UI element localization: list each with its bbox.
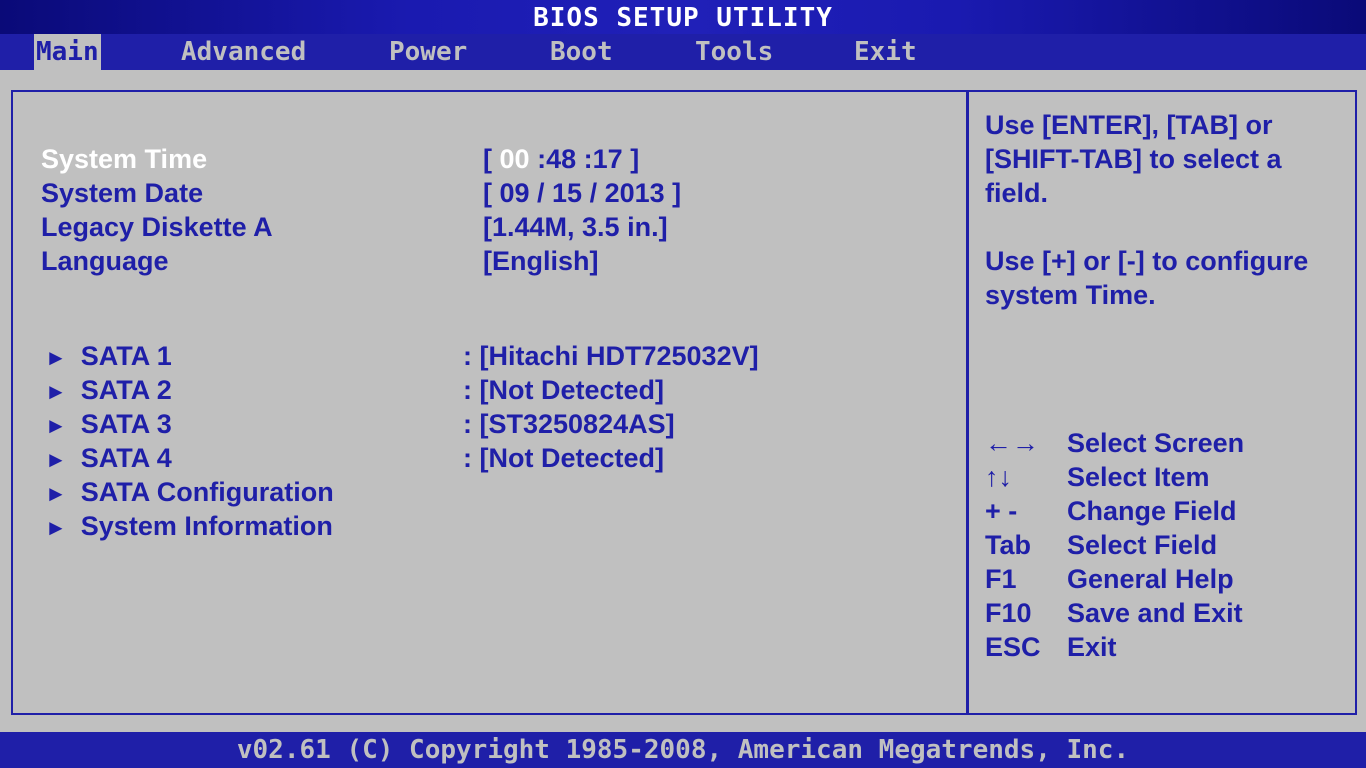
submenu-sata-3[interactable]: ► SATA 3 bbox=[45, 409, 172, 440]
key-description: Select Field bbox=[1067, 530, 1218, 560]
submenu-value: : [Hitachi HDT725032V] bbox=[463, 341, 759, 371]
key-name: Tab bbox=[985, 530, 1031, 560]
submenu-system-information[interactable]: ► System Information bbox=[45, 511, 333, 542]
key-hint-row: ↑↓ Select Item bbox=[985, 462, 1345, 496]
time-second-field[interactable]: 17 bbox=[593, 144, 623, 174]
submenu-label: SATA 4 bbox=[80, 443, 172, 473]
legacy-diskette-value[interactable]: [1.44M, 3.5 in.] bbox=[483, 212, 668, 243]
time-separator: : bbox=[537, 144, 547, 174]
key-hint-row: + - Change Field bbox=[985, 496, 1345, 530]
right-triangle-icon: ► bbox=[45, 481, 67, 506]
tab-tools[interactable]: Tools bbox=[695, 34, 773, 70]
key-name: F1 bbox=[985, 564, 1017, 594]
menu-bar: Main Advanced Power Boot Tools Exit bbox=[0, 34, 1366, 70]
copyright-footer: v02.61 (C) Copyright 1985-2008, American… bbox=[0, 732, 1366, 768]
submenu-label: SATA 2 bbox=[80, 375, 172, 405]
tab-exit[interactable]: Exit bbox=[854, 34, 917, 70]
submenu-label: SATA Configuration bbox=[80, 477, 334, 507]
submenu-value: : [Not Detected] bbox=[463, 375, 664, 405]
settings-panel: System Time [ 00 :48 :17 ] System Date [… bbox=[11, 90, 967, 715]
tab-advanced[interactable]: Advanced bbox=[181, 34, 306, 70]
up-down-arrows-icon: ↑↓ bbox=[985, 462, 1012, 492]
key-name: F10 bbox=[985, 598, 1032, 628]
system-time-label[interactable]: System Time bbox=[41, 144, 207, 175]
time-minute-field[interactable]: 48 bbox=[546, 144, 576, 174]
system-date-label[interactable]: System Date bbox=[41, 178, 203, 209]
key-hint-row: ESC Exit bbox=[985, 632, 1345, 666]
right-triangle-icon: ► bbox=[45, 345, 67, 370]
key-description: Select Screen bbox=[1067, 428, 1245, 458]
tab-boot[interactable]: Boot bbox=[550, 34, 613, 70]
left-right-arrows-icon: ←→ bbox=[985, 428, 1039, 458]
window-title: BIOS SETUP UTILITY bbox=[0, 0, 1366, 34]
help-text-configure: Use [+] or [-] to configure system Time. bbox=[985, 246, 1309, 310]
legacy-diskette-label[interactable]: Legacy Diskette A bbox=[41, 212, 273, 243]
right-triangle-icon: ► bbox=[45, 379, 67, 404]
submenu-sata-2[interactable]: ► SATA 2 bbox=[45, 375, 172, 406]
time-separator: : bbox=[583, 144, 593, 174]
key-hint-row: F10 Save and Exit bbox=[985, 598, 1345, 632]
key-description: Save and Exit bbox=[1067, 598, 1243, 628]
bracket-open: [ bbox=[483, 144, 492, 174]
right-triangle-icon: ► bbox=[45, 447, 67, 472]
language-label[interactable]: Language bbox=[41, 246, 169, 277]
submenu-value: : [Not Detected] bbox=[463, 443, 664, 473]
right-triangle-icon: ► bbox=[45, 413, 67, 438]
time-hour-field[interactable]: 00 bbox=[500, 144, 530, 174]
key-description: Select Item bbox=[1067, 462, 1210, 492]
key-hint-row: Tab Select Field bbox=[985, 530, 1345, 564]
key-name: + - bbox=[985, 496, 1018, 526]
key-hint-row: F1 General Help bbox=[985, 564, 1345, 598]
submenu-label: SATA 3 bbox=[80, 409, 172, 439]
submenu-value: : [ST3250824AS] bbox=[463, 409, 675, 439]
language-value[interactable]: [English] bbox=[483, 246, 599, 277]
submenu-sata-1[interactable]: ► SATA 1 bbox=[45, 341, 172, 372]
key-description: Exit bbox=[1067, 632, 1117, 662]
system-time-value[interactable]: [ 00 :48 :17 ] bbox=[483, 144, 639, 175]
system-date-value[interactable]: [ 09 / 15 / 2013 ] bbox=[483, 178, 681, 209]
tab-main[interactable]: Main bbox=[34, 34, 101, 70]
help-text-select-field: Use [ENTER], [TAB] or [SHIFT-TAB] to sel… bbox=[985, 110, 1282, 208]
submenu-sata-configuration[interactable]: ► SATA Configuration bbox=[45, 477, 334, 508]
submenu-sata-4[interactable]: ► SATA 4 bbox=[45, 443, 172, 474]
key-name: ESC bbox=[985, 632, 1041, 662]
key-hint-row: ←→ Select Screen bbox=[985, 428, 1345, 462]
key-description: Change Field bbox=[1067, 496, 1237, 526]
tab-power[interactable]: Power bbox=[389, 34, 467, 70]
help-panel: Use [ENTER], [TAB] or [SHIFT-TAB] to sel… bbox=[966, 90, 1357, 715]
bracket-close: ] bbox=[630, 144, 640, 174]
submenu-label: System Information bbox=[80, 511, 333, 541]
submenu-label: SATA 1 bbox=[80, 341, 172, 371]
key-description: General Help bbox=[1067, 564, 1234, 594]
right-triangle-icon: ► bbox=[45, 515, 67, 540]
